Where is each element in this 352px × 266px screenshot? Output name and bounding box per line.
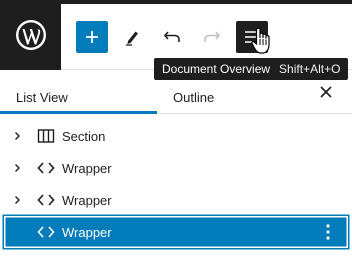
hand-pointer-icon	[251, 27, 270, 54]
list-item-label: Wrapper	[62, 224, 112, 240]
active-tab-indicator	[0, 111, 157, 114]
plus-icon	[86, 31, 98, 43]
panel-tabs: List View Outline	[0, 80, 352, 114]
code-icon	[34, 220, 58, 244]
code-icon	[34, 188, 58, 212]
tooltip-shortcut: Shift+Alt+O	[279, 62, 341, 76]
list-item[interactable]: Section	[4, 122, 348, 150]
wordpress-icon	[15, 20, 46, 50]
admin-bar-strip	[0, 0, 352, 4]
undo-button[interactable]	[156, 21, 188, 53]
wordpress-logo-button[interactable]	[0, 0, 61, 70]
list-item-label: Wrapper	[62, 192, 112, 208]
more-vertical-icon	[326, 224, 330, 240]
add-block-button[interactable]	[76, 21, 108, 53]
undo-icon	[163, 31, 180, 42]
pencil-icon	[126, 31, 138, 46]
tooltip-label: Document Overview	[162, 62, 271, 76]
list-item-label: Section	[62, 128, 106, 144]
close-icon	[320, 86, 332, 98]
chevron-right-icon[interactable]	[6, 195, 28, 205]
section-icon	[34, 124, 58, 148]
tools-button[interactable]	[116, 21, 148, 53]
list-item[interactable]: Wrapper	[4, 154, 348, 182]
list-item[interactable]: Wrapper	[4, 186, 348, 214]
redo-button[interactable]	[196, 21, 228, 53]
document-overview-tooltip: Document Overview Shift+Alt+O	[154, 58, 349, 80]
redo-icon	[204, 31, 221, 42]
more-options-button[interactable]	[318, 220, 338, 244]
chevron-right-icon[interactable]	[6, 131, 28, 141]
close-panel-button[interactable]	[314, 80, 338, 104]
list-item-selected[interactable]: Wrapper	[4, 216, 348, 248]
tab-list-view[interactable]: List View	[16, 80, 68, 114]
list-item-label: Wrapper	[62, 160, 112, 176]
code-icon	[34, 156, 58, 180]
chevron-right-icon[interactable]	[6, 163, 28, 173]
tab-outline[interactable]: Outline	[173, 80, 214, 114]
